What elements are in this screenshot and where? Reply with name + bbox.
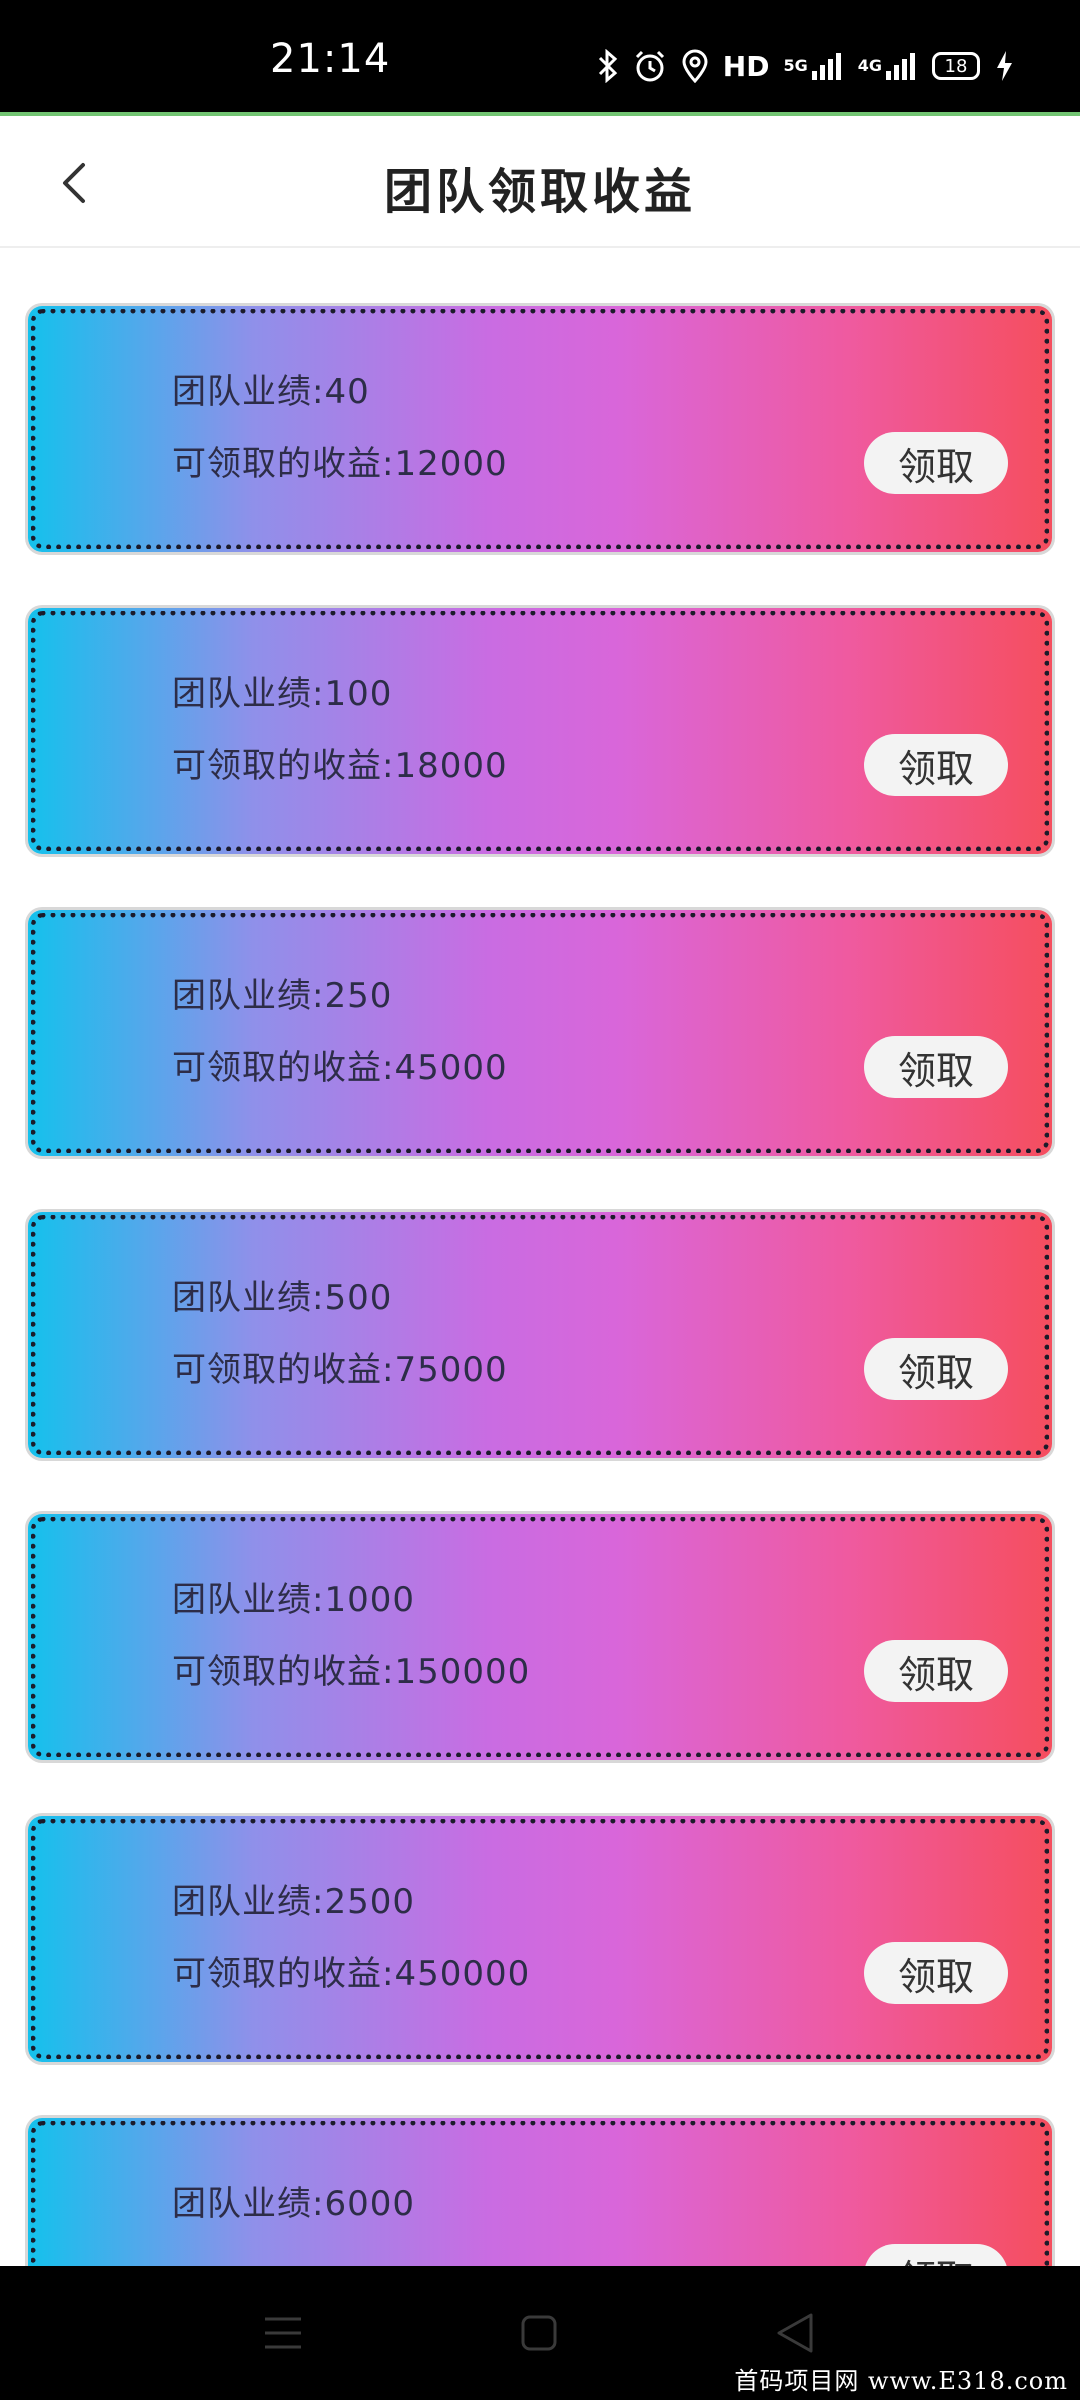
bluetooth-icon: [597, 44, 619, 88]
battery-level: 18: [944, 55, 968, 77]
reward-card: 团队业绩:1000 可领取的收益:150000 领取: [28, 1514, 1052, 1760]
team-performance: 团队业绩:2500: [172, 1882, 415, 1922]
team-performance: 团队业绩:250: [172, 976, 393, 1016]
claimable-income: 可领取的收益:150000: [172, 1652, 531, 1692]
team-performance: 团队业绩:40: [172, 372, 370, 412]
home-button[interactable]: [514, 2308, 564, 2358]
nav-back-button[interactable]: [770, 2308, 820, 2358]
reward-card: 团队业绩:6000 领取: [28, 2118, 1052, 2266]
claim-button[interactable]: 领取: [864, 432, 1008, 494]
alarm-icon: [633, 44, 667, 88]
home-icon: [521, 2315, 557, 2351]
status-icons: HD 5G 4G 18: [597, 44, 1014, 88]
claim-button[interactable]: 领取: [864, 1942, 1008, 2004]
signal-5g-label: 5G: [783, 56, 808, 75]
watermark: 首码项目网 www.E318.com: [734, 2367, 1068, 2395]
battery-icon: 18: [932, 52, 980, 80]
charging-icon: [994, 44, 1014, 88]
status-time: 21:14: [270, 36, 391, 82]
location-icon: [681, 44, 709, 88]
signal-4g-label: 4G: [857, 56, 882, 75]
claim-button[interactable]: 领取: [864, 1036, 1008, 1098]
back-icon: [777, 2313, 813, 2353]
reward-card: 团队业绩:100 可领取的收益:18000 领取: [28, 608, 1052, 854]
team-performance: 团队业绩:6000: [172, 2184, 415, 2224]
claim-button[interactable]: 领取: [864, 1640, 1008, 1702]
reward-list[interactable]: 团队业绩:40 可领取的收益:12000 领取 团队业绩:100 可领取的收益:…: [0, 248, 1080, 2266]
reward-card: 团队业绩:250 可领取的收益:45000 领取: [28, 910, 1052, 1156]
signal-5g-icon: 5G: [783, 44, 843, 88]
claimable-income: 可领取的收益:45000: [172, 1048, 508, 1088]
menu-icon: [265, 2317, 301, 2349]
claimable-income: 可领取的收益:12000: [172, 444, 508, 484]
status-bar: 21:14 HD 5G 4G 18: [0, 0, 1080, 112]
system-nav-bar: 首码项目网 www.E318.com: [0, 2266, 1080, 2400]
claim-button[interactable]: 领取: [864, 2244, 1008, 2266]
team-performance: 团队业绩:1000: [172, 1580, 415, 1620]
claim-button[interactable]: 领取: [864, 1338, 1008, 1400]
hd-icon: HD: [722, 49, 770, 83]
team-performance: 团队业绩:100: [172, 674, 393, 714]
reward-card: 团队业绩:500 可领取的收益:75000 领取: [28, 1212, 1052, 1458]
claimable-income: 可领取的收益:75000: [172, 1350, 508, 1390]
claimable-income: 可领取的收益:18000: [172, 746, 508, 786]
reward-card: 团队业绩:2500 可领取的收益:450000 领取: [28, 1816, 1052, 2062]
reward-card: 团队业绩:40 可领取的收益:12000 领取: [28, 306, 1052, 552]
header: 团队领取收益: [0, 116, 1080, 248]
page-title: 团队领取收益: [383, 164, 696, 220]
claimable-income: 可领取的收益:450000: [172, 1954, 531, 1994]
claim-button[interactable]: 领取: [864, 734, 1008, 796]
menu-button[interactable]: [258, 2308, 308, 2358]
signal-4g-icon: 4G: [858, 44, 918, 88]
team-performance: 团队业绩:500: [172, 1278, 393, 1318]
